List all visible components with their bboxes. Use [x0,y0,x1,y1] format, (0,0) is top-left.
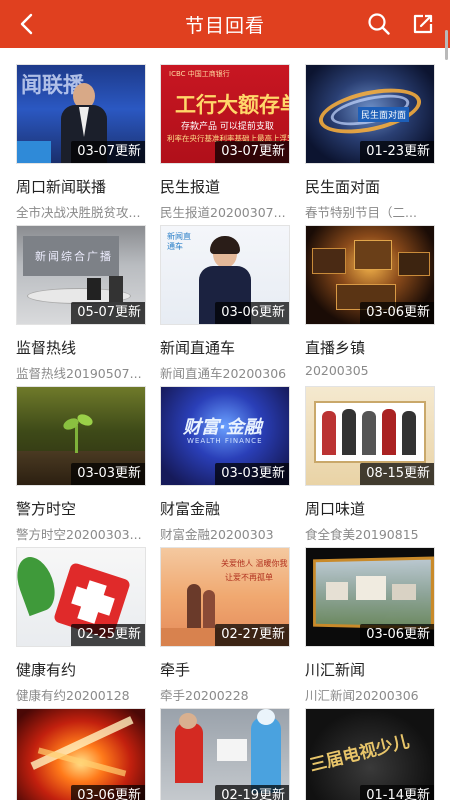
thumbnail-caption: 财富·金融 [183,417,262,438]
program-subtitle: 牵手20200228 [160,688,249,703]
program-name: 民生报道 [160,178,221,196]
thumbnail-caption-2: 让爱不再孤单 [225,573,273,582]
search-icon [368,13,390,35]
thumbnail-caption: 工行大额存单 [175,93,290,117]
program-card[interactable]: 关爱他人 温暖你我 让爱不再孤单 02-27更新 牵手 牵手20200228 [160,547,290,704]
program-card[interactable]: 三届电视少儿 01-14更新 [305,708,435,800]
program-subtitle: 新闻直通车20200306 [160,366,287,381]
thumbnail-caption: 民生面对面 [358,107,410,122]
app-header: 节目回看 [0,0,450,48]
program-card[interactable]: 02-25更新 健康有约 健康有约20200128 [16,547,146,704]
back-arrow-icon [20,13,33,35]
program-card[interactable]: 02-19更新 [160,708,290,800]
program-thumbnail: 新闻综合广播 05-07更新 [16,225,146,325]
search-button[interactable] [364,9,394,39]
update-badge: 03-06更新 [215,302,289,324]
program-subtitle: 20200305 [305,363,369,378]
program-name: 财富金融 [160,500,221,518]
program-subtitle: 健康有约20200128 [16,688,130,703]
program-thumbnail: 闻联播 03-07更新 [16,64,146,164]
program-name: 川汇新闻 [305,661,366,679]
program-thumbnail: 03-06更新 [305,547,435,647]
thumbnail-caption: 新闻综合广播 [35,250,113,263]
page-title: 节目回看 [184,14,265,37]
program-name: 新闻直通车 [160,339,236,357]
program-thumbnail: 03-03更新 [16,386,146,486]
program-card[interactable]: 03-03更新 警方时空 警方时空20200303... [16,386,146,543]
program-name: 健康有约 [16,661,77,679]
update-badge: 03-07更新 [71,141,145,163]
program-card[interactable]: 新闻综合广播 05-07更新 监督热线 监督热线20190507... [16,225,146,382]
program-card[interactable]: 03-06更新 川汇新闻 川汇新闻20200306 [305,547,435,704]
program-card[interactable]: 03-06更新 [16,708,146,800]
program-thumbnail: 财富·金融 WEALTH FINANCE 03-03更新 [160,386,290,486]
program-name: 周口新闻联播 [16,178,107,196]
program-thumbnail: 关爱他人 温暖你我 让爱不再孤单 02-27更新 [160,547,290,647]
update-badge: 02-27更新 [215,624,289,646]
program-subtitle: 食全食美20190815 [305,527,419,542]
update-badge: 03-06更新 [360,624,434,646]
thumbnail-caption-2: WEALTH FINANCE [187,437,263,445]
program-thumbnail: 08-15更新 [305,386,435,486]
program-subtitle: 财富金融20200303 [160,527,274,542]
program-thumbnail: 03-06更新 [16,708,146,800]
program-thumbnail: 三届电视少儿 01-14更新 [305,708,435,800]
program-subtitle: 警方时空20200303... [16,527,142,542]
program-name: 周口味道 [305,500,366,518]
program-name: 牵手 [160,661,191,679]
program-card[interactable]: 新闻直通车 03-06更新 新闻直通车 新闻直通车20200306 [160,225,290,382]
program-thumbnail: 03-06更新 [305,225,435,325]
program-name: 警方时空 [16,500,77,518]
program-grid: 闻联播 03-07更新 周口新闻联播 全市决战决胜脱贫攻... ICBC 中国工… [0,48,450,800]
program-thumbnail: 新闻直通车 03-06更新 [160,225,290,325]
update-badge: 03-07更新 [215,141,289,163]
update-badge: 02-19更新 [215,785,289,800]
program-card[interactable]: 08-15更新 周口味道 食全食美20190815 [305,386,435,543]
thumbnail-caption: 关爱他人 温暖你我 [221,559,288,568]
program-name: 监督热线 [16,339,77,357]
share-button[interactable] [408,9,438,39]
update-badge: 03-06更新 [360,302,434,324]
update-badge: 01-14更新 [360,785,434,800]
program-subtitle: 川汇新闻20200306 [305,688,419,703]
program-thumbnail: 02-25更新 [16,547,146,647]
program-thumbnail: 民生面对面 01-23更新 [305,64,435,164]
program-card[interactable]: 财富·金融 WEALTH FINANCE 03-03更新 财富金融 财富金融20… [160,386,290,543]
update-badge: 01-23更新 [360,141,434,163]
program-name: 民生面对面 [305,178,381,196]
update-badge: 05-07更新 [71,302,145,324]
program-subtitle: 民生报道20200307... [160,205,286,220]
program-subtitle: 春节特别节目（二... [305,205,417,220]
program-card[interactable]: 民生面对面 01-23更新 民生面对面 春节特别节目（二... [305,64,435,221]
share-icon [413,14,433,34]
program-thumbnail: ICBC 中国工商银行 工行大额存单 存款产品 可以提前支取 利率在央行基准利率… [160,64,290,164]
update-badge: 03-06更新 [71,785,145,800]
program-card[interactable]: ICBC 中国工商银行 工行大额存单 存款产品 可以提前支取 利率在央行基准利率… [160,64,290,221]
program-name: 直播乡镇 [305,339,366,357]
program-card[interactable]: 03-06更新 直播乡镇 20200305 [305,225,435,378]
update-badge: 02-25更新 [71,624,145,646]
thumbnail-caption: 新闻直通车 [167,232,191,251]
update-badge: 08-15更新 [360,463,434,485]
update-badge: 03-03更新 [71,463,145,485]
thumbnail-caption: 三届电视少儿 [307,731,412,776]
program-subtitle: 监督热线20190507... [16,366,142,381]
program-subtitle: 全市决战决胜脱贫攻... [16,205,141,220]
program-card[interactable]: 闻联播 03-07更新 周口新闻联播 全市决战决胜脱贫攻... [16,64,146,221]
update-badge: 03-03更新 [215,463,289,485]
thumbnail-caption-2: 存款产品 可以提前支取 [181,122,274,132]
program-thumbnail: 02-19更新 [160,708,290,800]
back-button[interactable] [12,9,42,39]
